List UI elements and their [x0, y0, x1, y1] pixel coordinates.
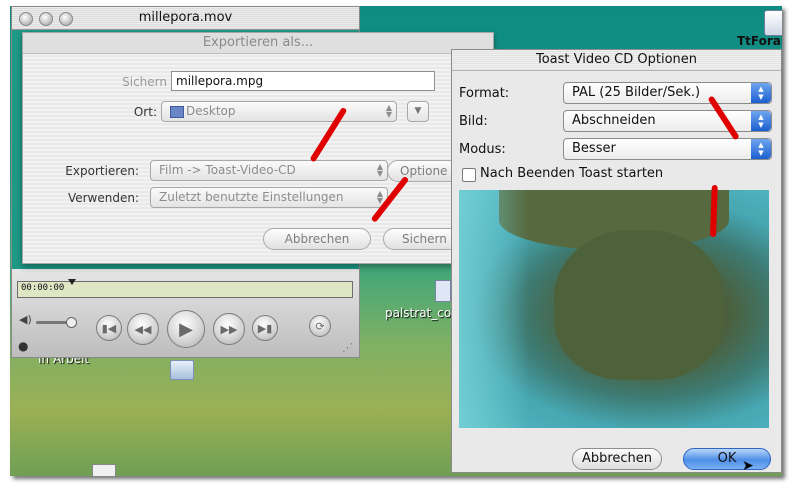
format-popup[interactable]: PAL (25 Bilder/Sek.) ▲ ▼ [563, 82, 772, 104]
apple-icon: ● [18, 339, 29, 353]
light-patch [459, 190, 529, 428]
desktop-icon-label-palstrat[interactable]: palstrat_co [385, 306, 451, 320]
popup-arrows-icon: ▲ ▼ [376, 189, 383, 205]
previous-icon[interactable]: ▮◀ [96, 315, 122, 341]
expand-button[interactable]: ▼ [407, 101, 429, 122]
use-popup[interactable]: Zuletzt benutzte Einstellungen ▲ ▼ [150, 187, 388, 208]
toast-cancel-button[interactable]: Abbrechen [572, 448, 662, 470]
save-as-field[interactable]: millepora.mpg [171, 71, 435, 91]
desktop-icon-label-ttforar[interactable]: TtForar [737, 34, 782, 48]
launch-toast-checkbox[interactable] [462, 168, 476, 182]
speaker-icon: ◀) [19, 313, 32, 326]
playhead-icon[interactable] [68, 279, 76, 285]
export-label: Exportieren: [65, 164, 139, 178]
popup-arrows-icon: ▲ ▼ [751, 139, 771, 159]
volume-slider[interactable] [36, 317, 77, 328]
image-value: Abschneiden [572, 113, 656, 128]
where-value: Desktop [186, 104, 236, 118]
mode-value: Besser [572, 141, 616, 156]
coral-shape [554, 230, 724, 380]
desktop-folder-icon [170, 106, 184, 118]
launch-toast-label[interactable]: Nach Beenden Toast starten [480, 166, 663, 181]
cancel-button[interactable]: Abbrechen [263, 228, 371, 250]
resize-handle-icon[interactable]: ⋰ [342, 341, 353, 354]
next-icon[interactable]: ▶▮ [252, 315, 278, 341]
image-label: Bild: [459, 114, 488, 129]
use-value: Zuletzt benutzte Einstellungen [159, 190, 344, 204]
toast-dialog-title: Toast Video CD Optionen [452, 50, 781, 71]
save-as-label: Sichern [122, 75, 167, 89]
rewind-icon[interactable]: ◀◀ [127, 313, 159, 345]
mode-popup[interactable]: Besser ▲ ▼ [563, 138, 772, 160]
export-value: Film -> Toast-Video-CD [159, 163, 296, 177]
popup-arrows-icon: ▲ ▼ [751, 111, 771, 131]
volume-knob-icon[interactable] [66, 317, 77, 328]
image-popup[interactable]: Abschneiden ▲ ▼ [563, 110, 772, 132]
export-popup[interactable]: Film -> Toast-Video-CD ▲ ▼ [150, 160, 388, 181]
movie-controls: 00:00:00 ◀) ▮◀ ◀◀ ▶ ▶▶ ▶▮ ⟳ ● ⋰ [12, 269, 359, 357]
popup-arrows-icon: ▲ ▼ [376, 162, 383, 178]
video-preview [459, 190, 769, 428]
timecode: 00:00:00 [21, 283, 65, 293]
document-icon[interactable] [435, 280, 451, 302]
time-slider[interactable]: 00:00:00 [17, 279, 353, 298]
popup-arrows-icon: ▲ ▼ [385, 103, 392, 119]
where-popup[interactable]: Desktop ▲ ▼ [161, 101, 397, 122]
format-value: PAL (25 Bilder/Sek.) [572, 85, 701, 100]
movie-window-titlebar[interactable]: millepora.mov [12, 7, 359, 30]
popup-arrows-icon: ▲ ▼ [751, 83, 771, 103]
mode-label: Modus: [459, 142, 506, 157]
format-label: Format: [459, 86, 510, 101]
loop-icon[interactable]: ⟳ [309, 315, 331, 337]
movie-window-title: millepora.mov [138, 10, 233, 25]
export-sheet: Exportieren als... Sichern millepora.mpg… [22, 32, 513, 264]
use-label: Verwenden: [67, 191, 139, 205]
screenshot-frame: TtForar palstrat_co In Arbeit millepora.… [10, 6, 782, 476]
export-sheet-title: Exportieren als... [23, 33, 493, 54]
fast-forward-icon[interactable]: ▶▶ [213, 313, 245, 345]
where-label: Ort: [133, 105, 157, 119]
ok-button[interactable]: OK [683, 448, 771, 470]
folder-icon[interactable] [170, 360, 194, 380]
file-icon[interactable] [92, 464, 116, 476]
hard-disk-icon[interactable] [764, 10, 782, 36]
toast-options-dialog: Toast Video CD Optionen Format: PAL (25 … [451, 49, 782, 474]
play-icon[interactable]: ▶ [167, 310, 205, 348]
mouse-pointer-icon: ➤ [742, 458, 754, 474]
